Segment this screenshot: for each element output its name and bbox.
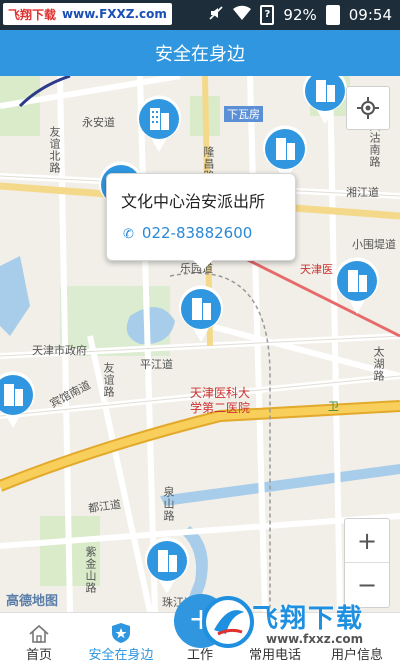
police-station-pin-selected[interactable]: [176, 284, 226, 344]
map-label-xiagua: 下瓦房: [224, 106, 263, 122]
map-label-youyi: 友谊北路: [48, 126, 61, 174]
map-label-xiaowei: 小围堤道: [352, 238, 396, 251]
shield-icon: [112, 623, 130, 643]
clock: 09:54: [348, 6, 392, 24]
map-label-pingjiang: 平江道: [140, 358, 173, 371]
zoom-in-button[interactable]: +: [345, 519, 389, 562]
status-icons: ? 92% 09:54: [208, 5, 392, 25]
amap-logo: 高德地图: [6, 594, 59, 609]
map-label-med-univ: 天津医科大学第二医院: [190, 386, 251, 415]
station-phone-link[interactable]: ✆ 022-83882600: [123, 224, 252, 242]
map-label-tianjin-hosp: 天津医: [300, 263, 333, 276]
map-label-wei: 卫: [328, 400, 339, 413]
building-pin-icon: [145, 537, 189, 594]
page-title: 安全在身边: [155, 44, 245, 65]
police-station-pin[interactable]: [142, 536, 192, 596]
tab-home[interactable]: 首页: [16, 613, 62, 668]
police-station-pin[interactable]: [0, 370, 38, 430]
station-phone-number: 022-83882600: [141, 224, 253, 242]
building-pin-icon: [137, 95, 181, 152]
status-bar: 飞翔下载 www.FXXZ.com ? 92% 09:54: [0, 0, 400, 30]
map-label-xiangjiang: 湘江道: [346, 186, 379, 199]
station-info-popup[interactable]: 文化中心治安派出所 ✆ 022-83882600: [106, 173, 296, 270]
battery-level-icon: [325, 5, 340, 25]
map-label-yongan: 永安道: [82, 116, 115, 129]
building-pin-icon: [335, 257, 379, 314]
wifi-icon: [233, 5, 252, 25]
mute-icon: [208, 5, 224, 25]
building-pin-icon: [179, 285, 223, 342]
battery-icon: ?: [260, 5, 275, 25]
watermark-badge: 飞翔下载 www.FXXZ.com: [3, 3, 172, 25]
home-icon: [29, 624, 49, 643]
watermark-cn: 飞翔下载: [252, 604, 365, 634]
phone-icon: ✆: [123, 227, 134, 242]
police-station-pin[interactable]: [134, 94, 184, 154]
watermark-url: www.FXXZ.com: [62, 7, 167, 21]
crosshair-icon: [357, 97, 379, 119]
watermark-site: 飞翔下载: [8, 7, 57, 22]
map-label-zijin: 紫金山路: [84, 546, 97, 594]
watermark-url-bottom: www.fxxz.com: [266, 632, 364, 646]
police-station-pin[interactable]: [332, 256, 382, 316]
map-view[interactable]: 永安道 下瓦房 湘江道 小围堤道 天津医 天津市政府 平江道 宾馆南道 天津医科…: [0, 76, 400, 612]
map-label-taihu: 太湖路: [372, 346, 385, 382]
battery-percent: 92%: [283, 6, 317, 24]
station-name: 文化中心治安派出所: [121, 192, 266, 211]
locate-me-button[interactable]: [346, 86, 390, 130]
map-label-government: 天津市政府: [32, 344, 87, 357]
watermark-emblem-icon: [202, 596, 254, 648]
building-pin-icon: [303, 76, 347, 124]
map-label-youyi-rd: 友谊路: [102, 362, 115, 398]
map-label-quanshan: 泉山路: [162, 486, 175, 522]
tab-home-label: 首页: [25, 648, 52, 663]
tab-safety[interactable]: 安全在身边: [76, 613, 166, 668]
tab-safety-label: 安全在身边: [88, 648, 154, 663]
police-station-pin[interactable]: [300, 76, 350, 126]
page-header: 安全在身边: [0, 30, 400, 76]
watermark-logo: 飞翔下载 www.fxxz.com: [200, 592, 400, 662]
building-pin-icon: [0, 371, 35, 428]
